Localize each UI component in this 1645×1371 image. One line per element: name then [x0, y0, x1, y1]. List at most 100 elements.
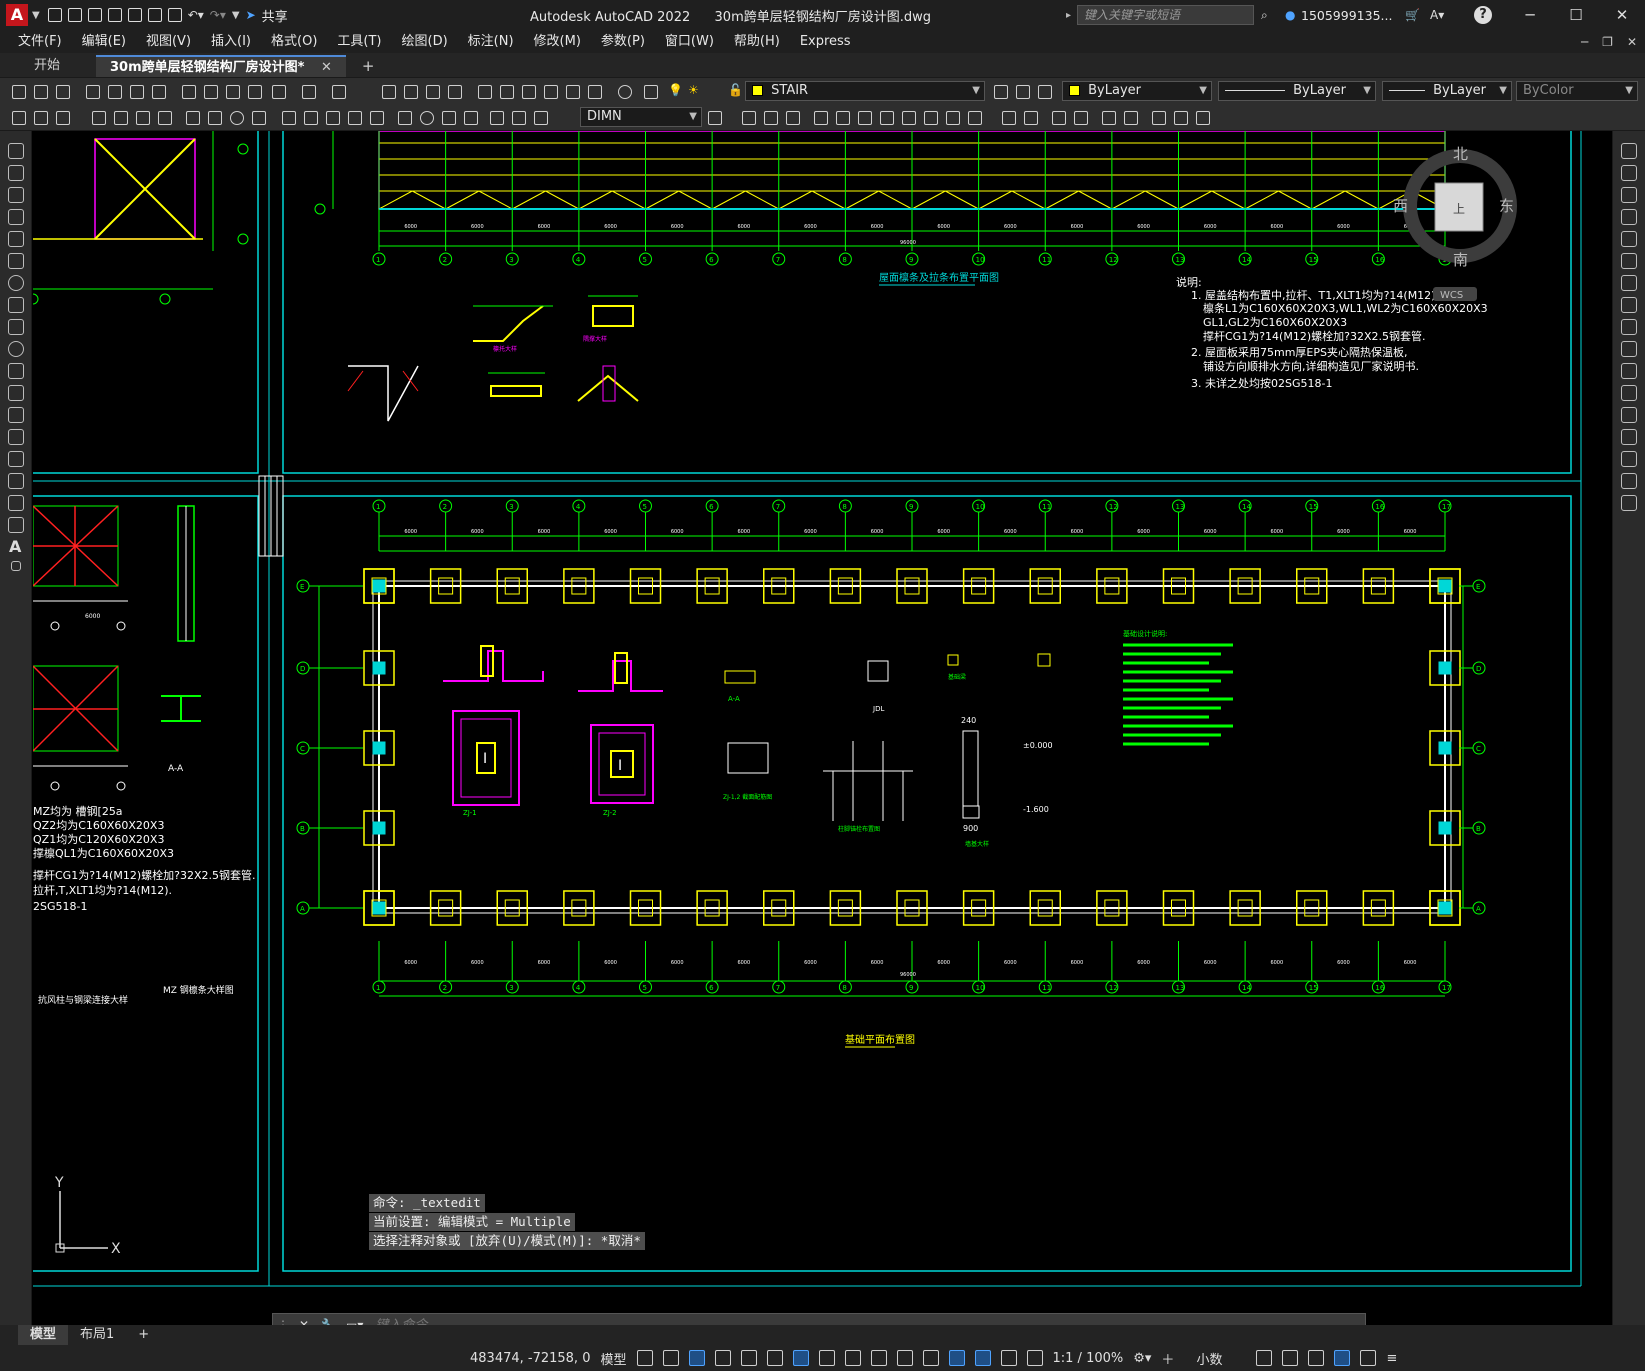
menu-express[interactable]: Express	[790, 30, 861, 53]
workspace-icon[interactable]	[10, 109, 28, 127]
menu-view[interactable]: 视图(V)	[136, 30, 201, 53]
object-track-icon[interactable]	[766, 1350, 783, 1366]
tab-close-icon[interactable]: ✕	[321, 60, 332, 75]
search-input[interactable]: 键入关键字或短语	[1077, 5, 1254, 25]
properties-icon[interactable]	[476, 83, 494, 101]
menu-dimension[interactable]: 标注(N)	[458, 30, 524, 53]
doc-close-button[interactable]: ✕	[1627, 35, 1637, 49]
selection-cycling-icon[interactable]	[870, 1350, 887, 1366]
make-current-layer-icon[interactable]	[992, 83, 1010, 101]
print-icon[interactable]	[84, 83, 102, 101]
jogged-linear-icon[interactable]	[462, 109, 480, 127]
dimension-style-icon[interactable]	[706, 109, 724, 127]
layer-match-icon[interactable]	[1036, 83, 1054, 101]
extend-right-icon[interactable]	[1621, 363, 1637, 379]
print-preview-icon[interactable]	[106, 83, 124, 101]
app-menu-arrow-icon[interactable]: ▼	[32, 10, 40, 21]
continue-dimension-icon[interactable]	[324, 109, 342, 127]
make-block-icon[interactable]	[1172, 109, 1190, 127]
explode-icon[interactable]	[1100, 109, 1118, 127]
viewcube-north[interactable]: 北	[1453, 145, 1468, 163]
save-web-icon[interactable]	[147, 8, 162, 22]
angular-dimension-icon[interactable]	[250, 109, 268, 127]
layer-properties-icon[interactable]	[642, 83, 660, 101]
graphics-performance-icon[interactable]	[1334, 1350, 1351, 1366]
undo-toolbar-icon[interactable]	[300, 83, 318, 101]
layer-on-icon[interactable]: 💡	[668, 83, 683, 97]
annotation-scale-icon[interactable]	[1026, 1350, 1043, 1366]
layer-dropdown[interactable]: STAIR ▼	[745, 81, 985, 101]
zoom-window-icon[interactable]	[424, 83, 442, 101]
menu-file[interactable]: 文件(F)	[8, 30, 72, 53]
add-layout-button[interactable]: +	[126, 1325, 161, 1345]
move-right-icon[interactable]	[1621, 253, 1637, 269]
transparency-icon[interactable]	[844, 1350, 861, 1366]
layer-lock-icon[interactable]: 🔓	[728, 83, 743, 97]
ellipse-arc-icon[interactable]	[8, 363, 24, 379]
doc-restore-button[interactable]: ❐	[1602, 35, 1613, 49]
help-icon[interactable]: ?	[1474, 6, 1492, 24]
dimension-text-edit-icon[interactable]	[510, 109, 528, 127]
isodraft-icon[interactable]	[740, 1350, 757, 1366]
fillet-icon[interactable]	[1072, 109, 1090, 127]
add-selected-icon[interactable]	[11, 561, 21, 571]
line-icon[interactable]	[8, 143, 24, 159]
menu-edit[interactable]: 编辑(E)	[72, 30, 136, 53]
jogged-dimension-icon[interactable]	[206, 109, 224, 127]
selection-filter-icon[interactable]	[948, 1350, 965, 1366]
dimension-edit-icon[interactable]	[488, 109, 506, 127]
design-center-icon[interactable]	[498, 83, 516, 101]
point-icon[interactable]	[8, 429, 24, 445]
coordinates-readout[interactable]: 483474, -72158, 0	[470, 1351, 590, 1366]
menu-insert[interactable]: 插入(I)	[201, 30, 261, 53]
sheet-set-icon[interactable]	[542, 83, 560, 101]
osnap-icon[interactable]	[792, 1350, 809, 1366]
inspection-icon[interactable]	[440, 109, 458, 127]
draworder-icon[interactable]	[1122, 109, 1140, 127]
stretch-right-icon[interactable]	[1621, 319, 1637, 335]
a360-icon[interactable]: A▾	[1430, 8, 1444, 22]
linear-dimension-icon[interactable]	[90, 109, 108, 127]
pan-icon[interactable]	[380, 83, 398, 101]
dynamic-ucs-icon[interactable]	[922, 1350, 939, 1366]
tab-layout1[interactable]: 布局1	[68, 1325, 126, 1345]
cart-icon[interactable]: 🛒	[1405, 8, 1420, 22]
menu-format[interactable]: 格式(O)	[261, 30, 327, 53]
erase-right-icon[interactable]	[1621, 143, 1637, 159]
stretch-icon[interactable]	[922, 109, 940, 127]
mtext-icon[interactable]: A	[9, 537, 21, 556]
snap-icon[interactable]	[662, 1350, 679, 1366]
units-value[interactable]: 小数	[1196, 1349, 1246, 1368]
viewcube-south[interactable]: 南	[1453, 251, 1468, 269]
dimension-style-dropdown[interactable]: DIMN ▼	[580, 107, 702, 127]
zoom-previous-icon[interactable]	[446, 83, 464, 101]
offset-icon[interactable]	[812, 109, 830, 127]
open-file-icon[interactable]	[67, 8, 82, 22]
insert-icon[interactable]	[8, 385, 24, 401]
dimension-update-icon[interactable]	[532, 109, 550, 127]
new-icon[interactable]	[10, 83, 28, 101]
tool-palettes-icon[interactable]	[520, 83, 538, 101]
layer-freeze-icon[interactable]: ☀	[688, 83, 699, 97]
break-right-icon[interactable]	[1621, 385, 1637, 401]
tab-model[interactable]: 模型	[18, 1325, 69, 1345]
scale-right-icon[interactable]	[1621, 297, 1637, 313]
share-button[interactable]: 共享	[262, 6, 288, 25]
color-dropdown[interactable]: ByLayer ▼	[1062, 81, 1212, 101]
copy-object-icon[interactable]	[762, 109, 780, 127]
user-icon[interactable]: ●	[1285, 8, 1295, 22]
construction-line-icon[interactable]	[8, 165, 24, 181]
explode-right-icon[interactable]	[1621, 495, 1637, 511]
save-as-icon[interactable]	[107, 8, 122, 22]
doc-minimize-button[interactable]: ─	[1581, 35, 1588, 49]
trim-icon[interactable]	[944, 109, 962, 127]
menu-parametric[interactable]: 参数(P)	[591, 30, 655, 53]
chamfer-icon[interactable]	[1050, 109, 1068, 127]
chamfer-right-icon[interactable]	[1621, 429, 1637, 445]
workspace-save-icon[interactable]	[54, 109, 72, 127]
lock-ui-icon[interactable]	[1282, 1350, 1299, 1366]
join-icon[interactable]	[1022, 109, 1040, 127]
region-icon[interactable]	[8, 495, 24, 511]
toolbar-help-icon[interactable]	[616, 83, 634, 101]
quick-properties-icon[interactable]	[1256, 1350, 1273, 1366]
